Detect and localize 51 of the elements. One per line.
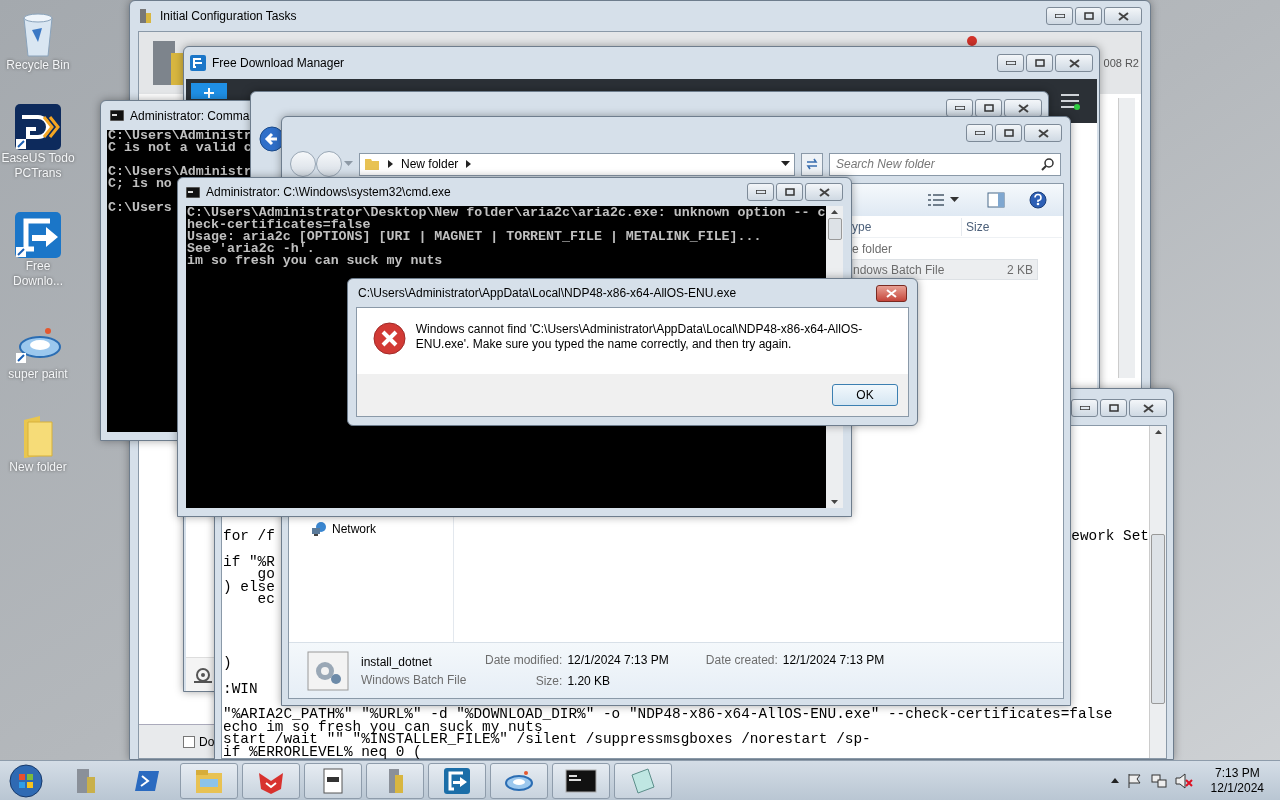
console-line: C:\Users\Administr	[108, 166, 253, 178]
console-line: C:\Users\Administr	[108, 130, 253, 142]
window-title: Initial Configuration Tasks	[160, 8, 297, 25]
code-line: if %ERRORLEVEL% neq 0 (	[223, 745, 422, 758]
detail-value: 1.20 KB	[567, 673, 612, 690]
code-line: go	[257, 568, 275, 581]
detail-value: 12/1/2024 7:13 PM	[782, 652, 885, 669]
window-title: Administrator: C:\Windows\system32\cmd.exe	[206, 184, 451, 201]
console-line: heck-certificates=false	[187, 219, 371, 231]
code-line: "%ARIA2C_PATH%" "%URL%" -d "%DOWNLOAD_DIR%" -o "NDP48-x86-x64-AllOS-ENU.exe" --check-certificates=false	[223, 708, 1113, 721]
code-line: for /f	[223, 530, 275, 543]
file-row[interactable]: ndows Batch File 2 KB	[852, 259, 1038, 280]
code-line: echo im so fresh you can suck my nuts	[223, 720, 543, 733]
console-line: C; is no	[108, 178, 173, 190]
console-line: im so fresh you can suck my nuts	[187, 255, 444, 267]
code-line: :WIN	[223, 682, 258, 695]
search-input[interactable]: Search New folder	[836, 155, 1041, 173]
console-line: Usage: aria2c [OPTIONS] [URI | MAGNET | TORRENT_FILE | METALINK_FILE]...	[187, 231, 763, 243]
code-line: )	[223, 657, 232, 670]
address-bar[interactable]: New folder	[359, 152, 795, 176]
column-header[interactable]: Size	[962, 217, 990, 236]
console-line: C:\Users\Administrator\Desktop\New folder\aria2c\aria2c.exe: unknown option -- c	[187, 207, 826, 219]
code-line: start /wait "" "%INSTALLER_FILE%" /silent /suppressmsgboxes /norestart /sp-	[223, 733, 871, 746]
file-type: Windows Batch File	[361, 671, 468, 689]
dialog-title: C:\Users\Administrator\AppData\Local\NDP48-x86-x64-AllOS-ENU.exe	[358, 285, 737, 302]
detail-label: Size:	[534, 673, 563, 690]
type-cell-text: e folder	[852, 240, 894, 258]
address-text[interactable]: New folder	[401, 155, 459, 173]
detail-value: 12/1/2024 7:13 PM	[567, 652, 669, 669]
detail-label: Date modified:	[485, 652, 563, 669]
window-title: Administrator: Comma	[130, 107, 250, 125]
console-line: See 'aria2c -h'.	[187, 243, 315, 255]
file-name: install_dotnet	[361, 653, 433, 671]
code-line: ework Set	[1071, 530, 1149, 543]
nav-item[interactable]: Network	[311, 520, 453, 538]
search-field[interactable]: Search New folder	[829, 152, 1061, 176]
ok-button[interactable]: OK	[832, 384, 898, 406]
file-row[interactable]: e folder	[852, 238, 1038, 259]
code-line: if "%R	[223, 555, 275, 568]
nav-item-label[interactable]: Network	[332, 520, 376, 538]
checkbox-label: Do	[199, 733, 215, 751]
code-line: ec	[256, 593, 275, 606]
code-line: ) else	[223, 580, 275, 593]
window-title: Free Download Manager	[212, 55, 345, 72]
size-cell-text: 2 KB	[1006, 261, 1034, 279]
error-message: Windows cannot find 'C:\Users\Administrator\AppData\Local\NDP48-x86-x64-AllOS-ENU.exe'. Make sure you typed the name correctly, and then try again.	[415, 322, 864, 352]
clock-date[interactable]: 12/1/2024	[1210, 780, 1264, 796]
type-cell-text: ndows Batch File	[853, 261, 946, 279]
detail-label: Date created:	[704, 652, 778, 669]
clock-time[interactable]: 7:13 PM	[1214, 765, 1260, 781]
edition-text: 008 R2	[1103, 55, 1140, 71]
